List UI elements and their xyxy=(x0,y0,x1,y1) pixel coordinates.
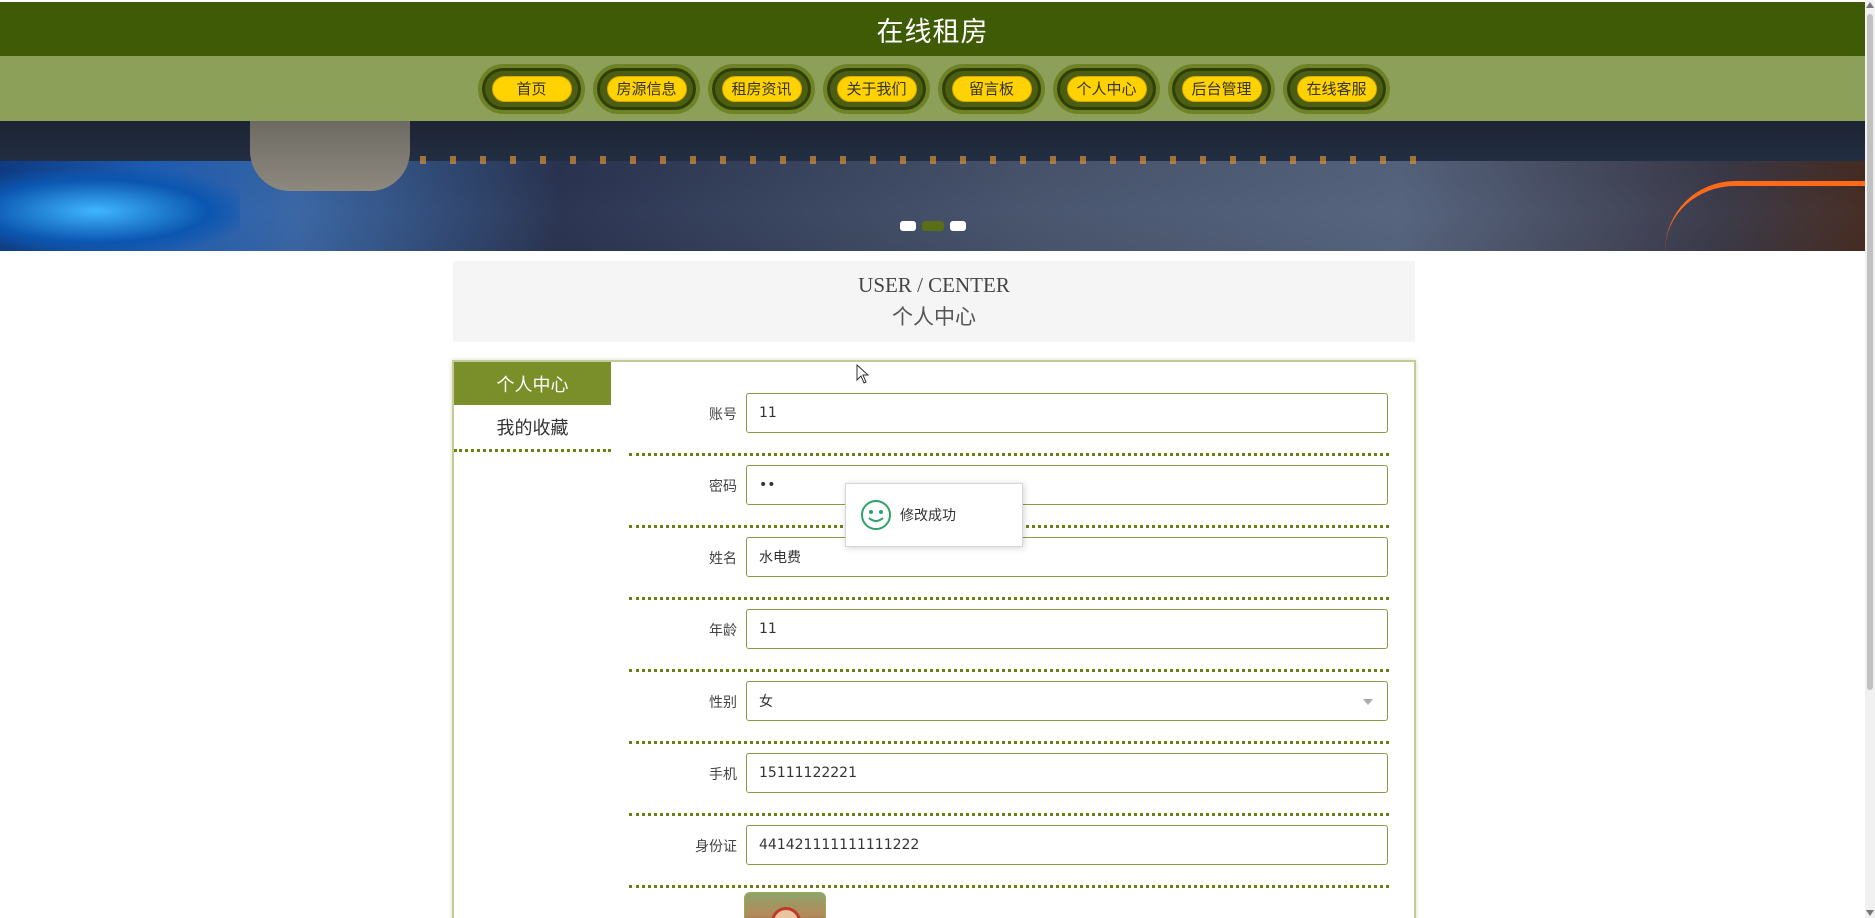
nav-label: 后台管理 xyxy=(1181,75,1262,102)
nav-label: 首页 xyxy=(491,75,572,102)
phone-input[interactable]: 15111122221 xyxy=(746,753,1388,793)
banner-bridge xyxy=(250,121,410,191)
nav-label: 关于我们 xyxy=(836,75,917,102)
banner-lights xyxy=(420,156,1420,164)
main-nav: 首页 房源信息 租房资讯 关于我们 留言板 个人中心 后台管理 在线客服 xyxy=(0,56,1865,121)
nav-item-home[interactable]: 首页 xyxy=(478,63,585,114)
avatar-face xyxy=(771,907,801,918)
gender-select[interactable]: 女 xyxy=(746,681,1388,721)
site-header: 在线租房 xyxy=(0,2,1865,56)
mouse-cursor-icon xyxy=(856,364,870,384)
side-menu: 个人中心 我的收藏 xyxy=(454,362,611,452)
name-input[interactable]: 水电费 xyxy=(746,537,1388,577)
carousel-dot-2[interactable] xyxy=(921,221,944,231)
password-input[interactable]: •• xyxy=(746,465,1388,505)
page: 在线租房 首页 房源信息 租房资讯 关于我们 留言板 个人中心 后台管理 在线客… xyxy=(0,0,1875,918)
form-row-phone: 手机 15111122221 xyxy=(629,744,1389,816)
smile-icon xyxy=(861,500,891,530)
form-row-idcard: 身份证 441421111111111222 xyxy=(629,816,1389,888)
idcard-input[interactable]: 441421111111111222 xyxy=(746,825,1388,865)
nav-label: 留言板 xyxy=(951,75,1032,102)
nav-item-news[interactable]: 租房资讯 xyxy=(708,63,815,114)
nav-item-messages[interactable]: 留言板 xyxy=(938,63,1045,114)
carousel-dot-1[interactable] xyxy=(899,221,916,231)
side-item-user-center[interactable]: 个人中心 xyxy=(454,362,611,405)
age-label: 年龄 xyxy=(709,623,737,639)
carousel-dots xyxy=(0,221,1865,231)
banner-carousel xyxy=(0,121,1865,251)
nav-item-about[interactable]: 关于我们 xyxy=(823,63,930,114)
account-label: 账号 xyxy=(709,407,737,423)
toast-message: 修改成功 xyxy=(900,508,956,524)
form-row-age: 年龄 11 xyxy=(629,600,1389,672)
nav-item-support[interactable]: 在线客服 xyxy=(1283,63,1390,114)
chevron-down-icon[interactable] xyxy=(1363,699,1373,705)
carousel-dot-3[interactable] xyxy=(949,221,966,231)
gender-value: 女 xyxy=(759,694,773,710)
site-title: 在线租房 xyxy=(876,16,989,48)
account-input[interactable]: 11 xyxy=(746,393,1388,433)
scroll-thumb[interactable] xyxy=(1867,14,1873,690)
form-row-account: 账号 11 xyxy=(629,384,1389,456)
nav-label: 房源信息 xyxy=(606,75,687,102)
idcard-label: 身份证 xyxy=(695,839,737,855)
section-title-en: USER / CENTER xyxy=(858,273,1010,297)
section-title-cn: 个人中心 xyxy=(892,305,976,329)
scroll-up-icon[interactable] xyxy=(1866,2,1874,8)
name-label: 姓名 xyxy=(709,551,737,567)
section-header: USER / CENTER 个人中心 xyxy=(453,261,1415,342)
nav-item-listings[interactable]: 房源信息 xyxy=(593,63,700,114)
user-center-panel: 个人中心 我的收藏 账号 11 密码 •• 姓名 水电费 年龄 11 性别 女 xyxy=(452,360,1416,918)
nav-label: 在线客服 xyxy=(1296,75,1377,102)
scroll-down-icon[interactable] xyxy=(1866,910,1874,916)
phone-label: 手机 xyxy=(709,767,737,783)
toast-notification: 修改成功 xyxy=(845,483,1023,547)
nav-item-admin[interactable]: 后台管理 xyxy=(1168,63,1275,114)
form-row-gender: 性别 女 xyxy=(629,672,1389,744)
nav-label: 个人中心 xyxy=(1066,75,1147,102)
password-label: 密码 xyxy=(709,479,737,495)
gender-label: 性别 xyxy=(709,695,737,711)
nav-label: 租房资讯 xyxy=(721,75,802,102)
age-input[interactable]: 11 xyxy=(746,609,1388,649)
avatar-image[interactable] xyxy=(744,892,826,918)
nav-item-user-center[interactable]: 个人中心 xyxy=(1053,63,1160,114)
side-item-favorites[interactable]: 我的收藏 xyxy=(454,405,611,448)
banner-glow xyxy=(0,171,240,251)
vertical-scrollbar[interactable] xyxy=(1865,0,1875,918)
